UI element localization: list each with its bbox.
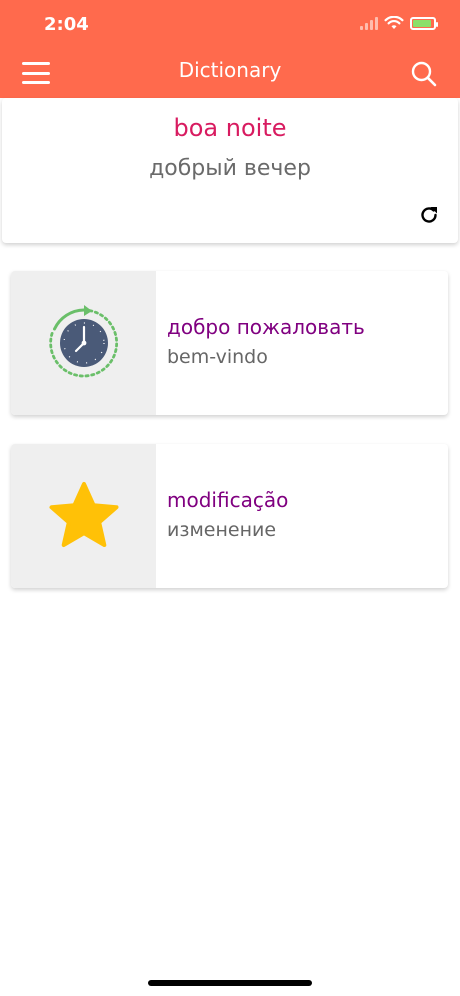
home-indicator[interactable] [148,980,312,986]
history-card[interactable]: добро пожаловать bem-vindo [11,271,448,415]
word-translation: добрый вечер [149,156,311,181]
status-time: 2:04 [44,14,89,35]
page-title: Dictionary [178,58,282,82]
cellular-signal-icon [360,16,378,30]
history-clock-icon [48,305,118,378]
history-card-subtitle: bem-vindo [167,346,268,368]
word-title: boa noite [173,114,287,142]
word-of-day-card[interactable]: boa noite добрый вечер [2,98,458,243]
favorites-card-title: modificação [167,488,289,512]
star-icon [49,482,118,547]
favorites-card-subtitle: изменение [167,519,277,541]
favorites-card-icon-panel [11,444,156,588]
refresh-icon[interactable] [418,204,440,226]
battery-icon [410,16,438,30]
status-icons [360,16,438,30]
favorites-card[interactable]: modificação изменение [11,444,448,588]
history-card-icon-panel [11,271,156,415]
search-icon[interactable] [410,60,438,88]
wifi-icon [384,16,404,29]
history-card-title: добро пожаловать [167,315,365,339]
app-header: 2:04 Dictionary [0,0,460,98]
